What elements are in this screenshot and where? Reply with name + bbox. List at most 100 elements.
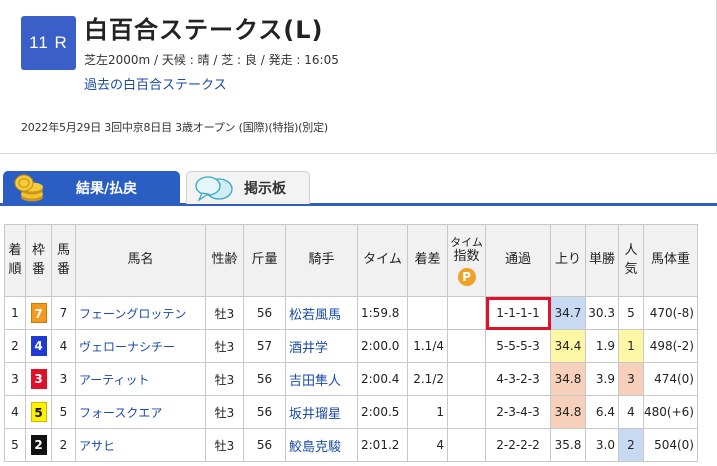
past-races-link[interactable]: 過去の白百合ステークス (84, 74, 227, 93)
margin-cell: 1 (407, 395, 448, 429)
rank-cell: 5 (4, 428, 26, 462)
header-jockey: 騎手 (285, 224, 358, 297)
weight-cell: 56 (243, 395, 286, 429)
body-weight-cell: 474(0) (643, 362, 698, 396)
weight-cell: 56 (243, 296, 286, 330)
race-title: 白百合ステークス(L) (84, 16, 324, 44)
header-passing: 通過 (485, 224, 551, 297)
sex-age-cell: 牡3 (205, 362, 244, 396)
body-weight-cell: 504(0) (643, 428, 698, 462)
waku-cell: 5 (25, 395, 52, 429)
body-weight-cell: 498(-2) (643, 329, 698, 363)
table-row: 1 7 7 フェーングロッテン 牡3 56 松若風馬 1:59.8 1-1-1-… (4, 296, 698, 330)
time-index-cell (447, 362, 486, 396)
margin-cell: 2.1/2 (407, 362, 448, 396)
header-horse-name: 馬名 (75, 224, 206, 297)
rank-cell: 1 (4, 296, 26, 330)
umaban-cell: 7 (51, 296, 76, 330)
time-index-cell (447, 329, 486, 363)
time-cell: 2:01.2 (357, 428, 408, 462)
time-cell: 2:00.0 (357, 329, 408, 363)
passing-cell: 5-5-5-3 (485, 329, 551, 363)
time-index-cell (447, 395, 486, 429)
rank-cell: 3 (4, 362, 26, 396)
horse-name-link[interactable]: フォースクエア (75, 395, 206, 429)
horse-name-link[interactable]: ヴェローナシチー (75, 329, 206, 363)
sex-age-cell: 牡3 (205, 428, 244, 462)
header-margin: 着差 (407, 224, 448, 297)
body-weight-cell: 470(-8) (643, 296, 698, 330)
time-index-cell (447, 296, 486, 330)
horse-name-link[interactable]: アサヒ (75, 428, 206, 462)
weight-cell: 56 (243, 362, 286, 396)
umaban-cell: 3 (51, 362, 76, 396)
header-waku: 枠番 (25, 224, 52, 297)
weight-cell: 57 (243, 329, 286, 363)
race-number-badge: 11 R (21, 16, 76, 70)
race-conditions: 芝左2000m / 天候 : 晴 / 芝 : 良 / 発走 : 16:05 (84, 53, 339, 67)
odds-cell: 1.9 (585, 329, 619, 363)
passing-cell: 2-2-2-2 (485, 428, 551, 462)
race-info: 2022年5月29日 3回中京8日目 3歳オープン (国際)(特指)(別定) (21, 121, 328, 134)
waku-badge: 5 (30, 402, 47, 422)
waku-cell: 7 (25, 296, 52, 330)
waku-cell: 4 (25, 329, 52, 363)
jockey-link[interactable]: 坂井瑠星 (285, 395, 358, 429)
header-popularity: 人気 (618, 224, 644, 297)
odds-cell: 3.9 (585, 362, 619, 396)
horse-name-link[interactable]: フェーングロッテン (75, 296, 206, 330)
tab-results[interactable]: 結果/払戻 (3, 171, 180, 204)
time-cell: 2:00.4 (357, 362, 408, 396)
last3f-cell: 34.8 (550, 362, 586, 396)
time-index-cell (447, 428, 486, 462)
last3f-cell: 35.8 (550, 428, 586, 462)
tab-message-board[interactable]: 掲示板 (186, 171, 310, 204)
header-weight: 斤量 (243, 224, 286, 297)
jockey-link[interactable]: 吉田隼人 (285, 362, 358, 396)
popularity-cell: 3 (618, 362, 644, 396)
umaban-cell: 2 (51, 428, 76, 462)
coins-icon (14, 174, 43, 202)
horse-name-link[interactable]: アーティット (75, 362, 206, 396)
header-umaban: 馬番 (51, 224, 76, 297)
passing-cell-highlighted: 1-1-1-1 (485, 296, 551, 330)
margin-cell (407, 296, 448, 330)
jockey-link[interactable]: 鮫島克駿 (285, 428, 358, 462)
table-row: 4 5 5 フォースクエア 牡3 56 坂井瑠星 2:00.5 1 2-3-4-… (4, 395, 698, 429)
header-rank: 着順 (4, 224, 26, 297)
tab-results-label: 結果/払戻 (76, 180, 138, 197)
time-cell: 2:00.5 (357, 395, 408, 429)
waku-badge: 2 (30, 435, 47, 455)
sex-age-cell: 牡3 (205, 329, 244, 363)
waku-badge: 3 (30, 369, 47, 389)
table-row: 3 3 3 アーティット 牡3 56 吉田隼人 2:00.4 2.1/2 4-3… (4, 362, 698, 396)
margin-cell: 4 (407, 428, 448, 462)
table-header-row: 着順 枠番 馬番 馬名 性齢 斤量 騎手 タイム 着差 タイム 指数 P 通過 上り… (4, 224, 698, 297)
sex-age-cell: 牡3 (205, 296, 244, 330)
rank-cell: 4 (4, 395, 26, 429)
body-weight-cell: 480(+6) (643, 395, 698, 429)
waku-cell: 3 (25, 362, 52, 396)
margin-cell: 1.1/4 (407, 329, 448, 363)
umaban-cell: 5 (51, 395, 76, 429)
time-cell: 1:59.8 (357, 296, 408, 330)
table-row: 2 4 4 ヴェローナシチー 牡3 57 酒井学 2:00.0 1.1/4 5-… (4, 329, 698, 363)
header-odds: 単勝 (585, 224, 619, 297)
table-row: 5 2 2 アサヒ 牡3 56 鮫島克駿 2:01.2 4 2-2-2-2 35… (4, 428, 698, 462)
header-sex-age: 性齢 (205, 224, 244, 297)
popularity-cell: 5 (618, 296, 644, 330)
jockey-link[interactable]: 酒井学 (285, 329, 358, 363)
jockey-link[interactable]: 松若風馬 (285, 296, 358, 330)
odds-cell: 3.0 (585, 428, 619, 462)
rank-cell: 2 (4, 329, 26, 363)
last3f-cell: 34.8 (550, 395, 586, 429)
last3f-cell: 34.4 (550, 329, 586, 363)
race-header: 11 R 白百合ステークス(L) 芝左2000m / 天候 : 晴 / 芝 : … (0, 0, 717, 154)
odds-cell: 6.4 (585, 395, 619, 429)
odds-cell: 30.3 (585, 296, 619, 330)
results-table: 着順 枠番 馬番 馬名 性齢 斤量 騎手 タイム 着差 タイム 指数 P 通過 上り… (4, 224, 698, 462)
premium-p-icon[interactable]: P (457, 267, 476, 286)
waku-badge: 7 (30, 303, 47, 323)
popularity-cell: 1 (618, 329, 644, 363)
passing-cell: 2-3-4-3 (485, 395, 551, 429)
